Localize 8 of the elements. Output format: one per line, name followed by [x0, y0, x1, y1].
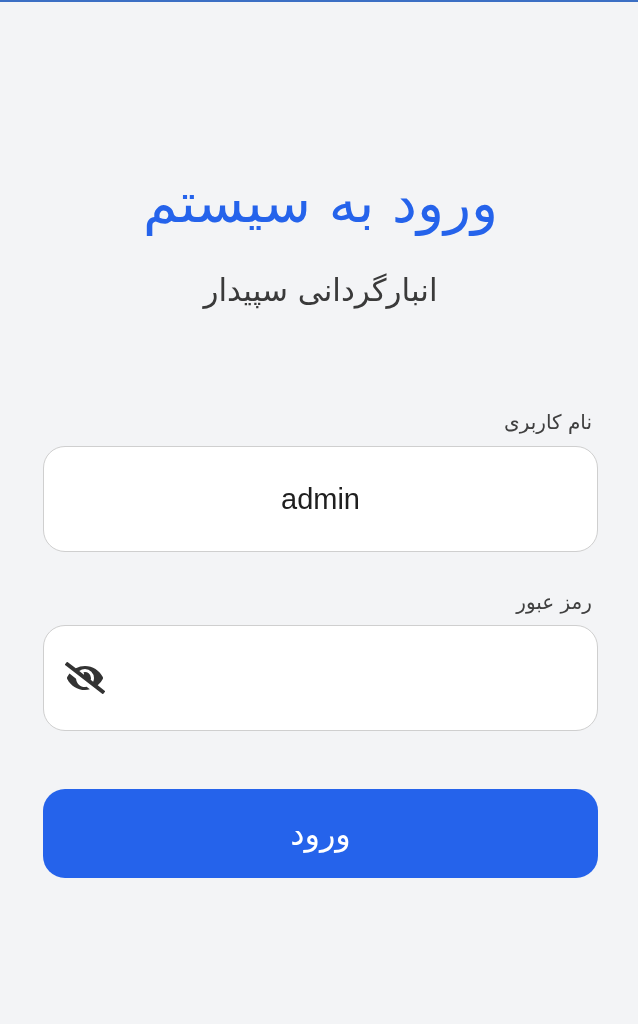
login-button[interactable]: ورود	[43, 789, 598, 878]
app-subtitle: انبارگردانی سپیدار	[203, 271, 438, 310]
password-field[interactable]	[43, 625, 598, 731]
username-field[interactable]: admin	[43, 446, 598, 552]
username-label: نام کاربری	[504, 409, 593, 435]
login-title: ورود به سیستم	[142, 169, 499, 238]
password-label: رمز عبور	[516, 589, 593, 615]
eye-slash-icon[interactable]	[65, 662, 105, 694]
